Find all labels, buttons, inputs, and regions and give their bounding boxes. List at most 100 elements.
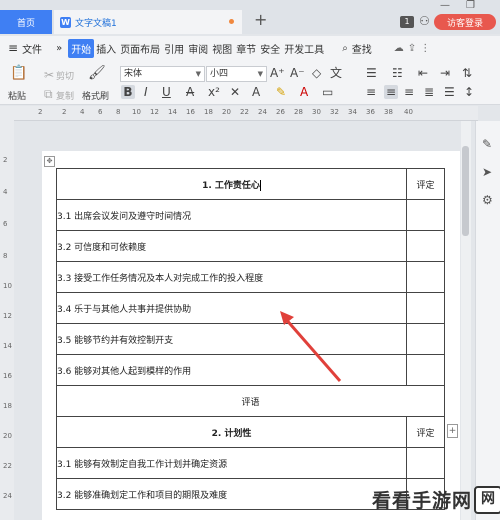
- menu-search[interactable]: 查找: [350, 41, 374, 56]
- highlight-icon[interactable]: ✎: [276, 85, 286, 99]
- tab-document[interactable]: W 文字文稿1: [54, 10, 242, 34]
- rating-cell[interactable]: [406, 447, 445, 479]
- criteria-cell[interactable]: 3.1 出席会议发问及遵守时间情况: [56, 199, 407, 231]
- vertical-scrollbar[interactable]: [461, 121, 471, 520]
- menu-more-icon[interactable]: »: [54, 43, 64, 54]
- menu-page-layout[interactable]: 页面布局: [118, 41, 162, 56]
- increase-indent-icon[interactable]: ⇥: [440, 66, 450, 80]
- subscript-icon[interactable]: ✕: [230, 85, 240, 99]
- notification-icon[interactable]: ⚇: [419, 14, 430, 28]
- evaluation-table[interactable]: 1. 工作责任心 评定 3.1 出席会议发问及遵守时间情况 3.2 可信度和可依…: [56, 168, 445, 510]
- criteria-cell[interactable]: 3.2 能够准确划定工作和项目的期限及难度: [56, 478, 407, 510]
- ruler-mark: 14: [3, 342, 12, 350]
- visitor-login-button[interactable]: 访客登录: [434, 14, 496, 30]
- criteria-cell[interactable]: 3.2 可信度和可依赖度: [56, 230, 407, 262]
- menu-home[interactable]: 开始: [68, 38, 95, 58]
- menu-view[interactable]: 视图: [210, 41, 234, 56]
- section1-title: 1. 工作责任心: [202, 180, 260, 191]
- section1-title-cell[interactable]: 1. 工作责任心: [56, 168, 407, 200]
- maximize-button[interactable]: ❐: [466, 0, 475, 11]
- rating-cell[interactable]: [406, 292, 445, 324]
- copy-button[interactable]: 复制: [56, 89, 74, 102]
- table-row: 3.1 能够有效制定自我工作计划并确定资源: [56, 447, 445, 479]
- rating-header-cell[interactable]: 评定: [406, 168, 445, 200]
- menu-bar: ≡ 文件 » 开始 插入 页面布局 引用 审阅 视图 章节 安全 开发工具 ⌕ …: [0, 36, 500, 60]
- decrease-indent-icon[interactable]: ⇤: [418, 66, 428, 80]
- new-tab-button[interactable]: +: [254, 10, 267, 29]
- rating-cell[interactable]: [406, 261, 445, 293]
- minimize-button[interactable]: —: [440, 0, 450, 11]
- paste-icon[interactable]: 📋: [10, 66, 27, 80]
- vertical-ruler[interactable]: 2 4 6 8 10 12 14 16 18 20 22 24: [0, 120, 15, 520]
- menu-references[interactable]: 引用: [162, 41, 186, 56]
- table-row: 3.2 可信度和可依赖度: [56, 230, 445, 262]
- menu-developer[interactable]: 开发工具: [282, 41, 326, 56]
- clear-format-icon[interactable]: ◇: [312, 66, 321, 80]
- paste-button[interactable]: 粘贴: [8, 89, 26, 102]
- ruler-mark: 12: [3, 312, 12, 320]
- format-painter-button[interactable]: 格式刷: [82, 89, 109, 102]
- cut-button[interactable]: 剪切: [56, 69, 74, 82]
- criteria-cell[interactable]: 3.1 能够有效制定自我工作计划并确定资源: [56, 447, 407, 479]
- scroll-thumb[interactable]: [462, 146, 469, 236]
- font-size-select[interactable]: 小四 ▼: [206, 66, 267, 82]
- ruler-mark: 18: [204, 108, 213, 116]
- menu-security[interactable]: 安全: [258, 41, 282, 56]
- more-options-icon[interactable]: ⋮: [418, 43, 432, 54]
- bullet-list-icon[interactable]: ☰: [366, 66, 377, 80]
- table-move-handle-icon[interactable]: ✥: [44, 156, 55, 167]
- distribute-icon[interactable]: ☰: [444, 85, 455, 99]
- ruler-mark: 8: [116, 108, 121, 116]
- menu-review[interactable]: 审阅: [186, 41, 210, 56]
- share-icon[interactable]: ⇪: [406, 43, 418, 54]
- add-column-icon[interactable]: +: [447, 424, 458, 438]
- unsaved-dot-icon: [229, 19, 234, 24]
- underline-button[interactable]: U: [162, 85, 171, 99]
- rating-cell[interactable]: [406, 354, 445, 386]
- tab-home[interactable]: 首页: [0, 10, 52, 34]
- criteria-cell[interactable]: 3.4 乐于与其他人共事并提供协助: [56, 292, 407, 324]
- numbered-list-icon[interactable]: ☷: [392, 66, 403, 80]
- properties-icon[interactable]: ⚙: [482, 193, 493, 207]
- menu-hamburger-icon[interactable]: ≡: [6, 41, 20, 55]
- rating-cell[interactable]: [406, 230, 445, 262]
- cut-icon[interactable]: ✂: [44, 68, 54, 82]
- align-center-icon[interactable]: ≡: [384, 85, 398, 99]
- justify-icon[interactable]: ≣: [424, 85, 434, 99]
- font-name-select[interactable]: 宋体 ▼: [120, 66, 205, 82]
- italic-button[interactable]: I: [144, 85, 148, 99]
- grow-font-icon[interactable]: A⁺: [270, 66, 285, 80]
- strikethrough-button[interactable]: A: [186, 85, 194, 99]
- criteria-cell[interactable]: 3.3 接受工作任务情况及本人对完成工作的投入程度: [56, 261, 407, 293]
- criteria-cell[interactable]: 3.5 能够节约并有效控制开支: [56, 323, 407, 355]
- cursor-select-icon[interactable]: ➤: [482, 165, 492, 179]
- menu-insert[interactable]: 插入: [94, 41, 118, 56]
- format-painter-icon[interactable]: 🖌: [88, 66, 106, 80]
- ruler-mark: 30: [312, 108, 321, 116]
- font-color-icon[interactable]: A: [300, 85, 308, 99]
- horizontal-ruler[interactable]: 2 2 4 6 8 10 12 14 16 18 20 22 24 26 28 …: [0, 106, 478, 121]
- rating-cell[interactable]: [406, 199, 445, 231]
- criteria-cell[interactable]: 3.6 能够对其他人起到模样的作用: [56, 354, 407, 386]
- superscript-icon[interactable]: x²: [208, 85, 220, 99]
- copy-icon[interactable]: ⧉: [44, 87, 53, 101]
- pen-icon[interactable]: ✎: [482, 137, 492, 151]
- workspace-badge[interactable]: 1: [400, 16, 414, 28]
- align-left-icon[interactable]: ≡: [366, 85, 376, 99]
- rating-cell[interactable]: [406, 323, 445, 355]
- comment-cell[interactable]: 评语: [56, 385, 445, 417]
- rating-header-cell[interactable]: 评定: [406, 416, 445, 448]
- menu-file[interactable]: 文件: [20, 41, 44, 56]
- text-effect-icon[interactable]: A: [252, 85, 260, 99]
- sort-icon[interactable]: ⇅: [462, 66, 472, 80]
- line-spacing-icon[interactable]: ↕: [464, 85, 474, 99]
- search-icon[interactable]: ⌕: [340, 43, 350, 54]
- menu-section[interactable]: 章节: [234, 41, 258, 56]
- char-border-icon[interactable]: ▭: [322, 85, 333, 99]
- phonetic-icon[interactable]: 文: [330, 66, 342, 80]
- shrink-font-icon[interactable]: A⁻: [290, 66, 305, 80]
- align-right-icon[interactable]: ≡: [404, 85, 414, 99]
- cloud-icon[interactable]: ☁: [392, 43, 406, 54]
- bold-button[interactable]: B: [121, 85, 135, 99]
- section2-title-cell[interactable]: 2. 计划性: [56, 416, 407, 448]
